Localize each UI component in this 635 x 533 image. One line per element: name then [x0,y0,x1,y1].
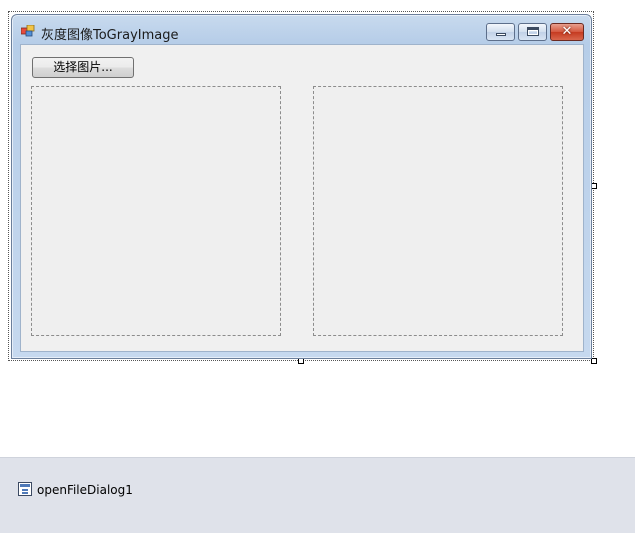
tray-item-label: openFileDialog1 [37,483,133,497]
gray-picture-box[interactable] [313,86,563,336]
maximize-button[interactable] [518,23,547,41]
form-window: 灰度图像ToGrayImage ✕ 选择图片... [11,14,592,359]
minimize-button[interactable] [486,23,515,41]
component-tray: openFileDialog1 [0,457,635,533]
original-picture-box[interactable] [31,86,281,336]
close-button[interactable]: ✕ [550,23,584,41]
close-icon: ✕ [561,24,573,39]
window-title: 灰度图像ToGrayImage [41,28,179,43]
app-icon [21,25,35,37]
select-image-button[interactable]: 选择图片... [32,57,134,78]
form-client-area: 选择图片... [20,44,584,352]
title-bar[interactable]: 灰度图像ToGrayImage ✕ [12,15,591,45]
dialog-component-icon [18,482,32,496]
